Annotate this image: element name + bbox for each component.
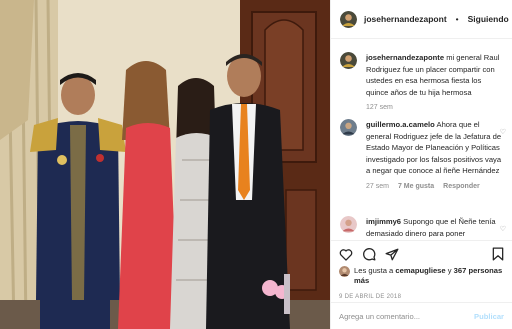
post-actions: Les gusta a cemapugliese y 367 personas … — [331, 240, 512, 300]
comments-list[interactable]: josehernandezaponte mi general Raul Rodr… — [331, 40, 512, 237]
reply-button[interactable]: Responder — [443, 183, 480, 190]
likes-prefix: Les gusta a — [354, 266, 394, 275]
caption-meta: 127 sem — [366, 104, 504, 111]
author-avatar[interactable] — [340, 10, 357, 28]
caption-avatar[interactable] — [340, 52, 357, 69]
likes-text: Les gusta a cemapugliese y 367 personas … — [354, 266, 504, 286]
following-button[interactable]: Siguiendo — [468, 14, 509, 24]
post-header: josehernandezapont • Siguiendo ••• — [331, 0, 512, 39]
liker-username[interactable]: cemapugliese — [395, 266, 445, 275]
bookmark-icon[interactable] — [492, 247, 504, 261]
comment-input[interactable] — [339, 311, 475, 321]
comment-meta: 27 sem 7 Me gusta Responder — [366, 183, 504, 190]
like-comment-icon[interactable]: ♡ — [500, 225, 506, 233]
caption-username[interactable]: josehernandezaponte — [366, 53, 444, 62]
like-comment-icon[interactable]: ♡ — [500, 128, 506, 136]
comment-text: guillermo.a.camelo Ahora que el general … — [366, 119, 504, 177]
comment-text: imjimmy6 Supongo que el Ñeñe tenía demas… — [366, 216, 504, 237]
heart-icon[interactable] — [339, 248, 353, 261]
liker-avatar[interactable] — [339, 266, 350, 277]
commenter-avatar[interactable] — [340, 119, 357, 136]
post-date[interactable]: 9 DE ABRIL DE 2018 — [339, 294, 504, 300]
comment-username[interactable]: guillermo.a.camelo — [366, 120, 435, 129]
likes-connector: y — [447, 266, 452, 275]
caption-time[interactable]: 127 sem — [366, 104, 393, 111]
share-icon[interactable] — [385, 248, 399, 261]
list-item: ♡ imjimmy6 Supongo que el Ñeñe tenía dem… — [331, 216, 512, 237]
author-username[interactable]: josehernandezapont — [364, 14, 447, 24]
action-icons — [339, 245, 504, 263]
likes-summary[interactable]: Les gusta a cemapugliese y 367 personas … — [339, 266, 504, 286]
comment-icon[interactable] — [362, 247, 376, 261]
post-comment-button[interactable]: Publicar — [474, 312, 504, 321]
list-item: ♡ guillermo.a.camelo Ahora que el genera… — [331, 119, 512, 190]
header-separator: • — [455, 14, 459, 24]
caption: josehernandezaponte mi general Raul Rodr… — [331, 52, 512, 111]
add-comment-bar: Publicar — [331, 302, 512, 329]
comment-username[interactable]: imjimmy6 — [366, 217, 401, 226]
comment-time[interactable]: 27 sem — [366, 183, 389, 190]
comment-likes[interactable]: 7 Me gusta — [398, 183, 434, 190]
post-photo[interactable] — [0, 0, 330, 329]
post-side-panel: josehernandezapont • Siguiendo ••• joseh… — [330, 0, 512, 329]
commenter-avatar[interactable] — [340, 216, 357, 233]
caption-text: josehernandezaponte mi general Raul Rodr… — [366, 52, 504, 98]
